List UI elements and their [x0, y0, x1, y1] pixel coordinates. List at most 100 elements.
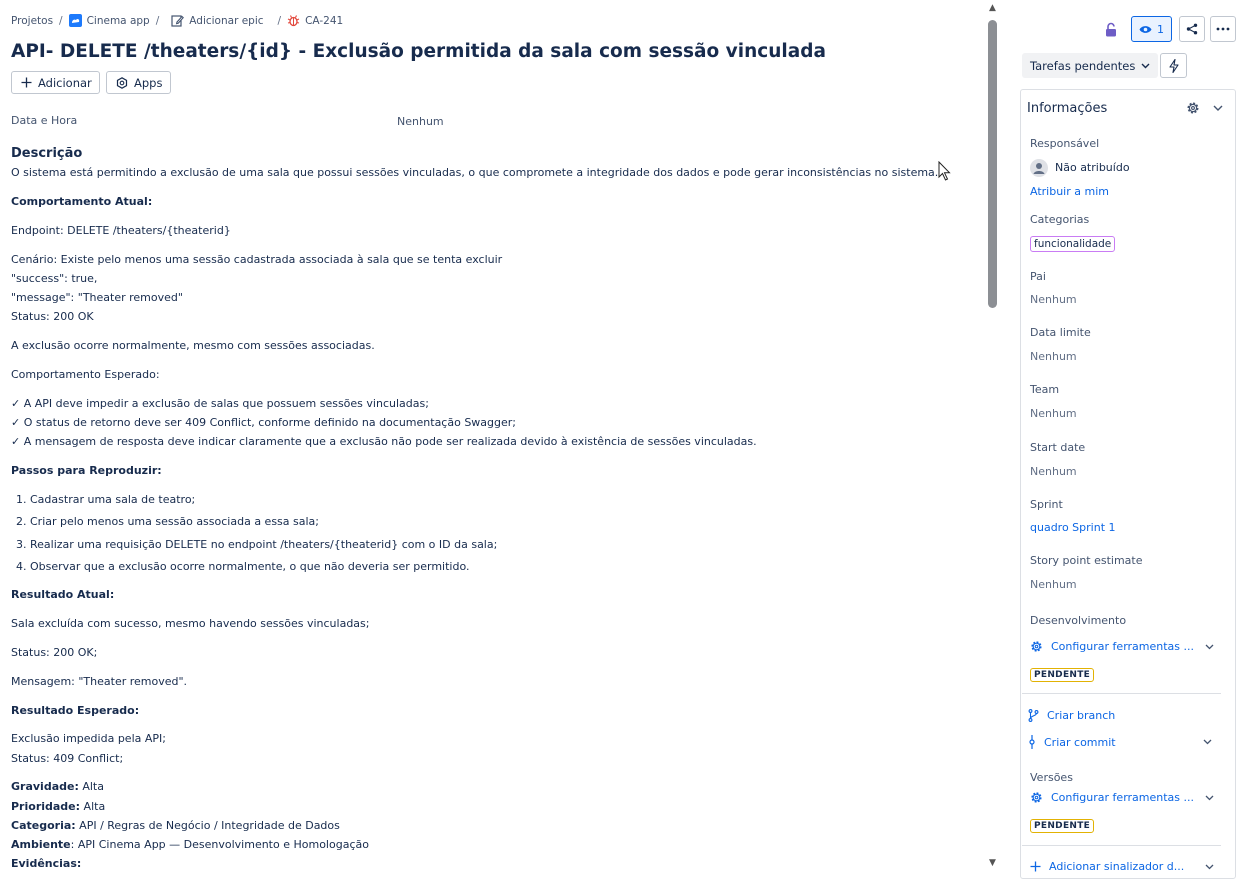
normal-deletion-line: A exclusão ocorre normalmente, mesmo com… [11, 339, 375, 352]
priority-label: Prioridade: [11, 800, 81, 813]
story-points-value[interactable]: Nenhum [1030, 578, 1077, 591]
branch-icon [1028, 709, 1039, 722]
breadcrumb-separator: / [277, 14, 282, 27]
assignee-value[interactable]: Não atribuído [1055, 161, 1130, 174]
due-date-value[interactable]: Nenhum [1030, 350, 1077, 363]
expected-item: ✓ O status de retorno deve ser 409 Confl… [11, 416, 517, 429]
configure-tools-dev[interactable]: Configurar ferramentas ... [1030, 640, 1214, 653]
pencil-icon [171, 14, 185, 27]
breadcrumb-add-epic[interactable]: Adicionar epic [171, 14, 264, 27]
chevron-down-icon [1205, 864, 1214, 870]
avatar-icon [1030, 159, 1048, 177]
list-item: Criar pelo menos uma sessão associada a … [30, 512, 497, 534]
expected-item: ✓ A API deve impedir a exclusão de salas… [11, 397, 429, 410]
assign-to-me-link[interactable]: Atribuir a mim [1030, 185, 1109, 198]
expected-behavior-title: Comportamento Esperado: [11, 368, 160, 381]
more-options-button[interactable] [1210, 16, 1236, 42]
share-icon [1186, 23, 1198, 35]
add-flag-link[interactable]: Adicionar sinalizador d... [1030, 860, 1214, 873]
project-icon [68, 14, 82, 27]
priority-value: Alta [80, 800, 106, 813]
category-line: Categoria: API / Regras de Negócio / Int… [11, 819, 340, 832]
eye-icon [1139, 25, 1152, 34]
commit-icon [1028, 735, 1036, 749]
more-icon [1216, 27, 1230, 31]
breadcrumb-project-label[interactable]: Cinema app [87, 15, 150, 27]
create-branch-link[interactable]: Criar branch [1028, 709, 1212, 722]
steps-list: Cadastrar uma sala de teatro; Criar pelo… [11, 490, 497, 579]
datetime-value[interactable]: Nenhum [397, 115, 444, 128]
breadcrumb-projects[interactable]: Projetos [11, 15, 53, 27]
automation-button[interactable] [1160, 53, 1187, 78]
team-label: Team [1030, 383, 1060, 396]
configure-tools-versions[interactable]: Configurar ferramentas ... [1030, 791, 1214, 804]
breadcrumb-project[interactable]: Cinema app [68, 14, 150, 27]
environment-value: : API Cinema App — Desenvolvimento e Hom… [70, 838, 369, 851]
watch-count: 1 [1157, 22, 1164, 36]
create-commit-label: Criar commit [1044, 735, 1116, 749]
apps-button-label: Apps [134, 75, 163, 90]
steps-title: Passos para Reproduzir: [11, 464, 162, 477]
lock-icon[interactable] [1100, 16, 1122, 42]
due-date-label: Data limite [1030, 326, 1091, 339]
parent-value[interactable]: Nenhum [1030, 293, 1077, 306]
details-panel-title[interactable]: Informações [1027, 101, 1107, 116]
expected-result-title: Resultado Esperado: [11, 704, 140, 717]
chevron-down-icon [1141, 63, 1150, 69]
breadcrumb-projects-label[interactable]: Projetos [11, 15, 53, 27]
expected-item: ✓ A mensagem de resposta deve indicar cl… [11, 435, 757, 448]
development-label: Desenvolvimento [1030, 614, 1127, 627]
environment-line: Ambiente: API Cinema App — Desenvolvimen… [11, 838, 369, 851]
list-item: Cadastrar uma sala de teatro; [30, 490, 497, 512]
issue-title[interactable]: API- DELETE /theaters/{id} - Exclusão pe… [11, 41, 826, 62]
parent-label: Pai [1030, 270, 1046, 283]
pending-tasks-dropdown[interactable]: Tarefas pendentes [1022, 53, 1159, 78]
lightning-icon [1168, 58, 1179, 73]
datetime-label: Data e Hora [11, 114, 78, 127]
plus-icon [21, 77, 32, 88]
scroll-up-arrow-icon[interactable]: ▲ [987, 3, 998, 13]
expected-result-line: Exclusão impedida pela API; [11, 732, 166, 745]
assignee-label: Responsável [1030, 137, 1100, 150]
status-line: Status: 200 OK [11, 310, 94, 323]
pending-badge: PENDENTE [1030, 668, 1095, 682]
pending-badge: PENDENTE [1030, 819, 1095, 833]
severity-line: Gravidade: Alta [11, 780, 104, 793]
apps-button[interactable]: Apps [106, 71, 171, 94]
current-behavior-title: Comportamento Atual: [11, 195, 153, 208]
start-date-label: Start date [1030, 441, 1086, 454]
watch-button[interactable]: 1 [1131, 16, 1172, 42]
actual-result-line: Status: 200 OK; [11, 646, 98, 659]
scenario-line: Cenário: Existe pelo menos uma sessão ca… [11, 253, 503, 266]
category-tag[interactable]: funcionalidade [1030, 236, 1116, 252]
mouse-cursor-icon [938, 161, 952, 182]
breadcrumb-issue-key[interactable]: CA-241 [305, 15, 343, 27]
start-date-value[interactable]: Nenhum [1030, 465, 1077, 478]
versions-label: Versões [1030, 771, 1073, 784]
create-branch-label: Criar branch [1047, 709, 1116, 722]
breadcrumb-issue[interactable]: CA-241 [287, 14, 343, 27]
sprint-value-link[interactable]: quadro Sprint 1 [1030, 521, 1116, 534]
team-value[interactable]: Nenhum [1030, 407, 1077, 420]
create-commit-link[interactable]: Criar commit [1028, 735, 1212, 749]
category-value: API / Regras de Negócio / Integridade de… [75, 819, 340, 832]
categories-label: Categorias [1030, 213, 1090, 226]
pending-tasks-label: Tarefas pendentes [1030, 58, 1136, 73]
severity-label: Gravidade: [11, 780, 79, 793]
add-button[interactable]: Adicionar [11, 71, 100, 94]
expected-result-line: Status: 409 Conflict; [11, 752, 124, 765]
chevron-down-icon [1205, 644, 1214, 650]
breadcrumb-epic-label[interactable]: Adicionar epic [189, 15, 263, 27]
add-button-label: Adicionar [38, 75, 92, 90]
collapse-chevron-icon[interactable] [1213, 105, 1223, 112]
breadcrumb: Projetos / Cinema app / Adicionar epic /… [11, 14, 343, 27]
breadcrumb-separator: / [59, 14, 63, 27]
scroll-down-arrow-icon[interactable]: ▼ [987, 858, 998, 868]
divider [1022, 693, 1221, 694]
share-button[interactable] [1179, 16, 1205, 42]
breadcrumb-separator: / [155, 14, 160, 27]
gear-icon [1030, 791, 1043, 804]
settings-gear-icon[interactable] [1186, 101, 1200, 115]
category-label: Categoria: [11, 819, 76, 832]
scrollbar-thumb[interactable] [988, 20, 997, 308]
